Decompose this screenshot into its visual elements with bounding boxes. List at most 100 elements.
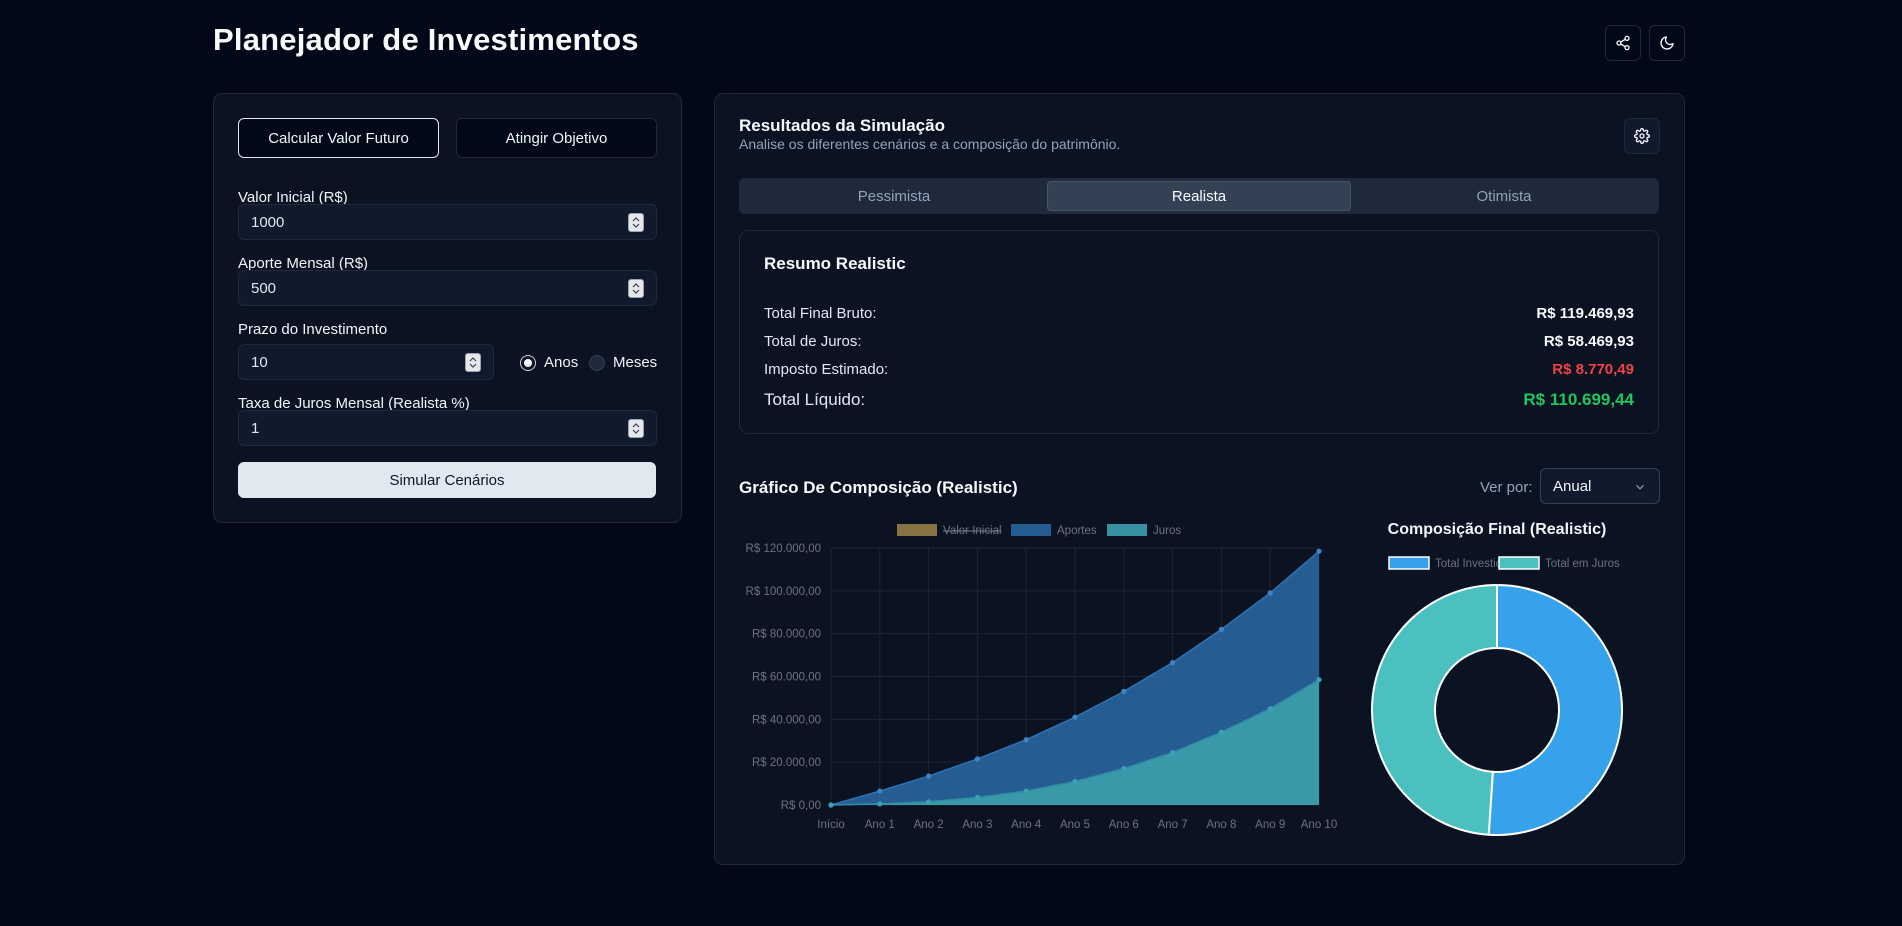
data-point-juros [1072, 778, 1078, 785]
donut-title: Composição Final (Realistic) [1388, 521, 1607, 538]
x-tick-label: Ano 9 [1255, 819, 1285, 831]
settings-button[interactable] [1624, 118, 1660, 154]
unit-months-radio[interactable]: Meses [589, 354, 657, 371]
x-tick-label: Ano 1 [865, 819, 895, 831]
monthly-contribution-spinner[interactable] [628, 279, 644, 298]
data-point-aportes [926, 773, 932, 779]
final-composition-donut-chart: Composição Final (Realistic) Total Invest… [1371, 521, 1623, 836]
monthly-contribution-text: 500 [251, 279, 277, 297]
summary-label: Total de Juros: [764, 333, 862, 350]
chevron-down-icon [1636, 484, 1644, 490]
radio-checked-icon [520, 354, 536, 371]
data-point-aportes [1170, 659, 1176, 666]
y-tick-label: R$ 20.000,00 [752, 757, 821, 769]
summary-card: Resumo Realistic Total Final Bruto: R$ 1… [739, 230, 1659, 434]
share-button[interactable] [1605, 25, 1641, 61]
view-by-value: Anual [1553, 477, 1592, 495]
y-tick-label: R$ 0,00 [781, 800, 821, 812]
legend-label: Valor Inicial [943, 525, 1002, 537]
mode-future-value-button[interactable]: Calcular Valor Futuro [238, 118, 439, 158]
page-title: Planejador de Investimentos [213, 22, 639, 57]
unit-months-label: Meses [613, 354, 658, 371]
data-point-aportes [1072, 714, 1078, 720]
results-subtitle: Analise os diferentes cenários e a compo… [739, 136, 1121, 152]
donut-slice [1487, 583, 1623, 836]
x-tick-label: Ano 8 [1206, 819, 1236, 831]
summary-row-net: Total Líquido: R$ 110.699,44 [764, 390, 1634, 410]
unit-years-label: Anos [544, 354, 579, 371]
data-point-juros [1023, 788, 1029, 794]
results-title: Resultados da Simulação [739, 116, 945, 135]
spinner-arrows-icon [632, 283, 640, 294]
tab-otimista[interactable]: Otimista [1352, 181, 1656, 211]
legend-label: Total Investido [1435, 558, 1509, 570]
legend-swatch [1107, 524, 1147, 536]
simulate-button[interactable]: Simular Cenários [238, 462, 656, 498]
term-spinner[interactable] [465, 353, 481, 372]
unit-years-radio[interactable]: Anos [520, 354, 578, 371]
rate-input[interactable]: 1 [238, 410, 657, 446]
results-card: Resultados da Simulação Analise os difer… [714, 93, 1685, 865]
theme-toggle-button[interactable] [1649, 25, 1685, 61]
data-point-juros [828, 802, 834, 808]
data-point-juros [974, 794, 980, 801]
rate-text: 1 [251, 419, 260, 437]
tab-realista[interactable]: Realista [1047, 181, 1351, 211]
monthly-contribution-input[interactable]: 500 [238, 270, 657, 306]
donut-slice [1371, 583, 1498, 836]
data-point-aportes [974, 756, 980, 762]
summary-value: R$ 119.469,93 [1536, 305, 1634, 322]
moon-icon [1660, 36, 1674, 50]
data-point-juros [1316, 677, 1322, 683]
y-tick-label: R$ 60.000,00 [752, 672, 821, 684]
summary-label: Total Líquido: [764, 390, 866, 409]
term-input[interactable]: 10 [238, 344, 494, 380]
data-point-aportes [1121, 688, 1127, 695]
summary-value: R$ 8.770,49 [1552, 361, 1634, 378]
summary-value: R$ 110.699,44 [1523, 390, 1634, 409]
data-point-aportes [1267, 590, 1273, 596]
summary-label: Total Final Bruto: [764, 305, 877, 322]
summary-label: Imposto Estimado: [764, 361, 889, 378]
y-tick-label: R$ 80.000,00 [752, 629, 821, 641]
initial-value-input[interactable]: 1000 [238, 204, 657, 240]
initial-value-text: 1000 [251, 213, 285, 231]
summary-row-gross: Total Final Bruto: R$ 119.469,93 [764, 305, 1634, 322]
legend-label: Total em Juros [1545, 558, 1620, 570]
data-point-aportes [1316, 548, 1322, 554]
scenario-tabs: Pessimista Realista Otimista [739, 178, 1659, 214]
term-label: Prazo do Investimento [238, 321, 388, 338]
spinner-arrows-icon [632, 423, 640, 434]
summary-row-interest: Total de Juros: R$ 58.469,93 [764, 333, 1634, 350]
data-point-juros [1267, 706, 1273, 712]
data-point-juros [1218, 729, 1224, 735]
legend-swatch [1388, 556, 1430, 570]
term-text: 10 [251, 353, 268, 371]
view-by-select[interactable]: Anual [1540, 468, 1660, 504]
y-tick-label: R$ 120.000,00 [746, 543, 821, 555]
x-tick-label: Ano 2 [914, 819, 944, 831]
spinner-arrows-icon [469, 357, 477, 368]
x-tick-label: Início [817, 819, 845, 831]
tab-pessimista[interactable]: Pessimista [742, 181, 1046, 211]
data-point-juros [1121, 765, 1127, 772]
initial-value-spinner[interactable] [628, 213, 644, 232]
rate-spinner[interactable] [628, 419, 644, 438]
x-tick-label: Ano 7 [1158, 819, 1188, 831]
y-tick-label: R$ 100.000,00 [746, 586, 821, 598]
legend-label: Aportes [1057, 525, 1097, 537]
summary-value: R$ 58.469,93 [1543, 333, 1634, 350]
data-point-aportes [877, 788, 883, 794]
x-tick-label: Ano 4 [1011, 819, 1042, 831]
summary-title: Resumo Realistic [764, 254, 906, 273]
spinner-arrows-icon [632, 217, 640, 228]
gear-icon [1634, 128, 1650, 144]
x-tick-label: Ano 6 [1109, 819, 1139, 831]
data-point-juros [877, 801, 883, 807]
composition-area-chart: R$ 0,00 R$ 20.000,00 R$ 40.000,00 R$ 60.000… [746, 524, 1337, 831]
legend-swatch [1011, 524, 1051, 536]
mode-goal-button[interactable]: Atingir Objetivo [456, 118, 657, 158]
data-point-aportes [1023, 737, 1029, 743]
share-icon [1616, 35, 1630, 51]
radio-unchecked-icon [589, 354, 605, 371]
